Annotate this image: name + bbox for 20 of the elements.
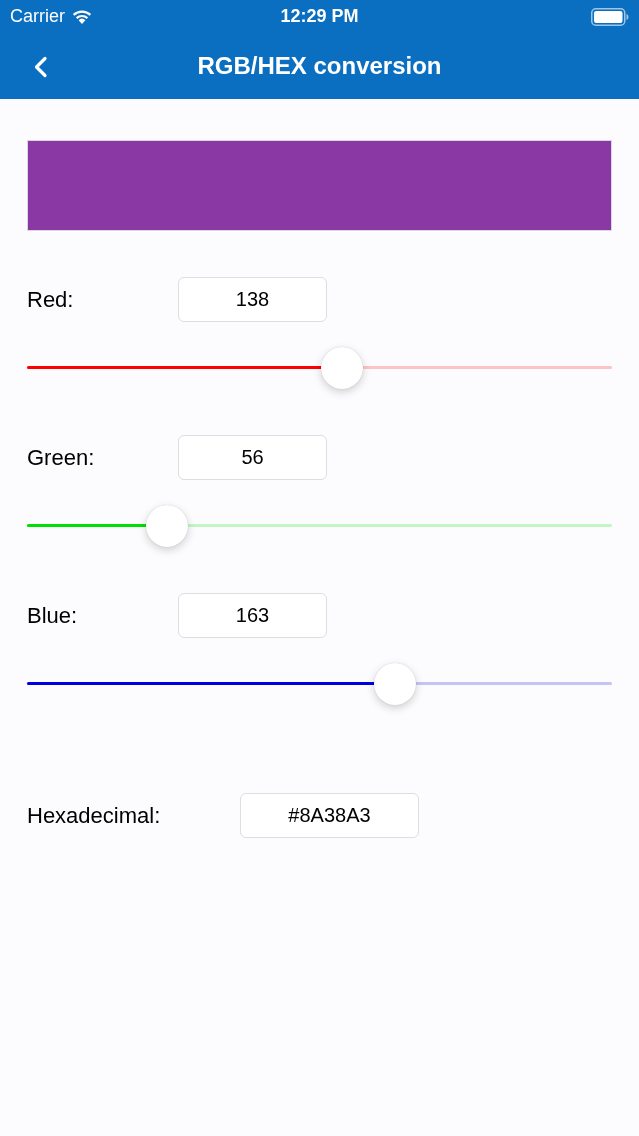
screen-title: RGB/HEX conversion (197, 51, 442, 81)
slider-thumb[interactable] (373, 663, 416, 705)
back-icon[interactable] (33, 56, 48, 78)
channel-label: Blue: (27, 602, 79, 630)
slider[interactable] (27, 663, 612, 705)
hex-field[interactable]: #8A38A3 (240, 793, 419, 838)
clock-time: 12:29 PM (280, 5, 359, 28)
slider-thumb[interactable] (320, 347, 363, 389)
value-field[interactable]: 163 (178, 593, 327, 638)
value-field[interactable]: 56 (178, 435, 327, 480)
value-field[interactable]: 138 (178, 277, 327, 322)
carrier-label: Carrier (10, 5, 65, 28)
slider[interactable] (27, 505, 612, 547)
slider-thumb[interactable] (146, 505, 189, 547)
battery-icon (591, 7, 629, 26)
wifi-icon (72, 9, 92, 24)
slider[interactable] (27, 347, 612, 389)
channel-label: Green: (27, 444, 96, 472)
channel-label: Red: (27, 286, 75, 314)
hex-label: Hexadecimal: (27, 802, 162, 830)
